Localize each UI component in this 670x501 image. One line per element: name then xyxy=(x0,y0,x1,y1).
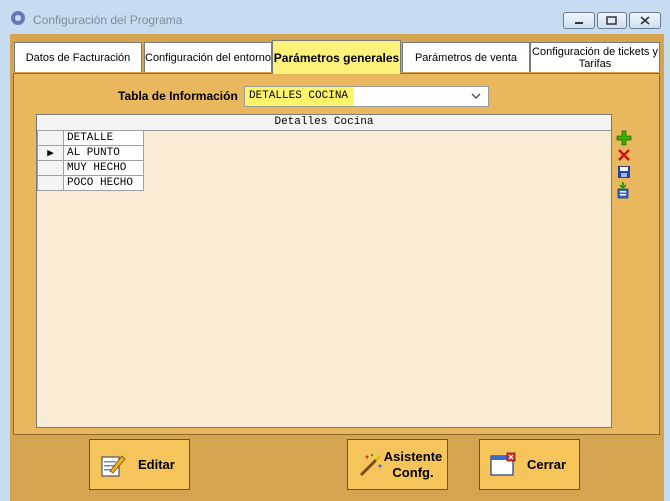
delete-button[interactable] xyxy=(615,147,633,163)
editar-button[interactable]: Editar xyxy=(89,439,190,490)
close-window-icon xyxy=(490,452,516,476)
add-button[interactable] xyxy=(615,130,633,146)
table-row[interactable]: POCO HECHO xyxy=(37,175,144,191)
maximize-icon xyxy=(606,16,617,25)
grid-header-row: DETALLE xyxy=(37,130,144,146)
tab-configuracion-entorno[interactable]: Configuración del entorno xyxy=(144,42,272,72)
wizard-wand-icon xyxy=(359,453,382,477)
tab-datos-facturacion[interactable]: Datos de Facturación xyxy=(14,42,142,72)
table-cell[interactable]: POCO HECHO xyxy=(63,175,144,191)
row-selector[interactable] xyxy=(37,160,64,176)
close-button[interactable] xyxy=(629,12,661,29)
grid-caption: Detalles Cocina xyxy=(37,115,611,131)
column-header-detalle[interactable]: DETALLE xyxy=(63,130,144,146)
asistente-button[interactable]: Asistente Confg. xyxy=(347,439,448,490)
tab-label: Configuración del entorno xyxy=(145,51,271,64)
row-selector[interactable] xyxy=(37,175,64,191)
add-icon xyxy=(616,130,632,146)
tabla-informacion-select[interactable]: DETALLES COCINA xyxy=(244,86,489,107)
asistente-label: Asistente Confg. xyxy=(383,449,443,481)
row-selector-header xyxy=(37,130,64,146)
table-row[interactable]: ▶ AL PUNTO xyxy=(37,145,144,161)
tab-parametros-venta[interactable]: Parámetros de venta xyxy=(402,42,530,72)
window: Configuración del Programa Datos de Fact… xyxy=(0,0,670,501)
detalles-grid[interactable]: Detalles Cocina DETALLE ▶ AL PUNTO MUY H… xyxy=(36,114,612,428)
editar-label: Editar xyxy=(138,457,175,472)
table-cell[interactable]: AL PUNTO xyxy=(63,145,144,161)
window-border-right xyxy=(664,34,670,501)
grid-table: DETALLE ▶ AL PUNTO MUY HECHO POCO HECHO xyxy=(37,130,144,191)
cerrar-button[interactable]: Cerrar xyxy=(479,439,580,490)
window-border-left xyxy=(0,34,10,501)
tab-label: Parámetros generales xyxy=(273,50,400,65)
current-row-indicator[interactable]: ▶ xyxy=(37,145,64,161)
tab-configuracion-tickets[interactable]: Configuración de tickets y Tarifas xyxy=(530,42,660,72)
import-button[interactable] xyxy=(615,182,633,199)
tab-parametros-generales[interactable]: Parámetros generales xyxy=(272,40,401,74)
save-icon xyxy=(618,166,630,178)
asistente-label-line1: Asistente xyxy=(383,449,443,464)
app-gear-icon xyxy=(11,11,25,25)
edit-pencil-icon xyxy=(101,455,126,477)
tab-label: Datos de Facturación xyxy=(25,51,131,64)
selected-value: DETALLES COCINA xyxy=(245,87,355,106)
import-icon xyxy=(617,182,629,199)
tab-label: Configuración de tickets y Tarifas xyxy=(532,45,658,70)
title-bar[interactable]: Configuración del Programa xyxy=(0,0,670,34)
chevron-down-icon[interactable] xyxy=(470,90,482,102)
window-title: Configuración del Programa xyxy=(33,13,183,27)
table-cell[interactable]: MUY HECHO xyxy=(63,160,144,176)
maximize-button[interactable] xyxy=(597,12,627,29)
tab-strip: Datos de Facturación Configuración del e… xyxy=(14,40,660,74)
minimize-icon xyxy=(575,22,583,24)
tab-label: Parámetros de venta xyxy=(414,51,518,64)
delete-icon xyxy=(618,149,630,161)
close-icon xyxy=(640,16,650,25)
asistente-label-line2: Confg. xyxy=(392,465,434,480)
tabla-informacion-label: Tabla de Información xyxy=(118,89,238,103)
table-row[interactable]: MUY HECHO xyxy=(37,160,144,176)
cerrar-label: Cerrar xyxy=(527,457,567,472)
minimize-button[interactable] xyxy=(563,12,595,29)
save-button[interactable] xyxy=(615,164,633,180)
